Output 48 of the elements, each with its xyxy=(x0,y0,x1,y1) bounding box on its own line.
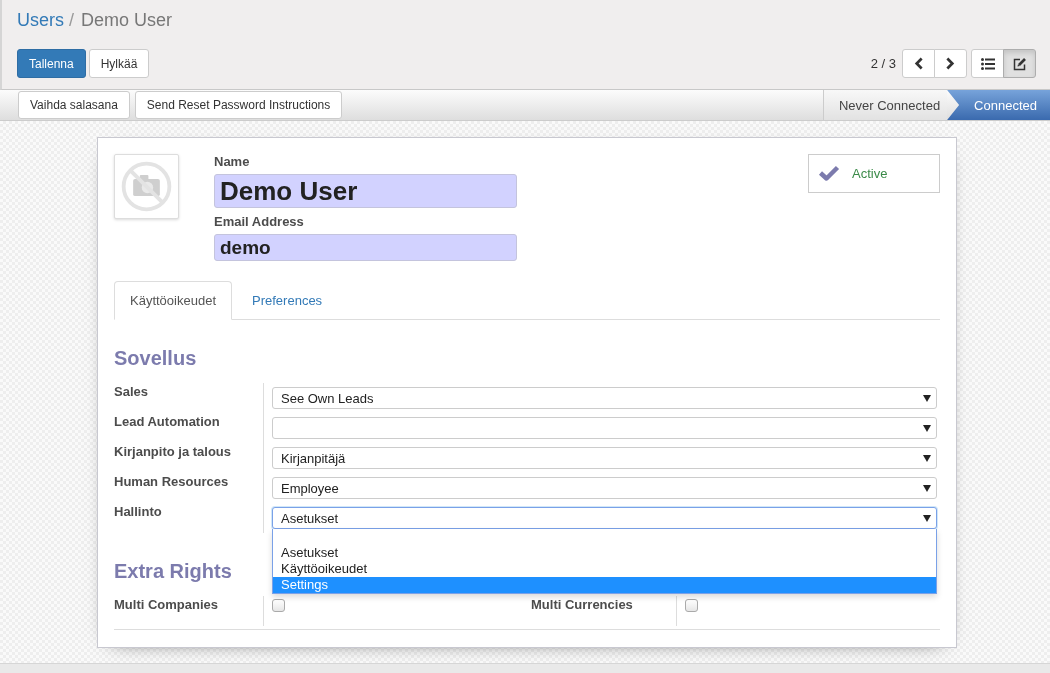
field-label: Multi Currencies xyxy=(527,596,677,626)
action-button[interactable]: Send Reset Password Instructions xyxy=(134,91,343,119)
tab[interactable]: Preferences xyxy=(236,281,339,320)
select-field[interactable]: Asetukset xyxy=(272,507,937,529)
select-field[interactable]: See Own Leads xyxy=(272,387,937,409)
form-view-button[interactable] xyxy=(1003,49,1036,78)
discard-button[interactable]: Hylkää xyxy=(88,49,150,78)
field-label: Kirjanpito ja talous xyxy=(114,443,264,473)
field-label: Email Address xyxy=(214,214,305,230)
previous-button[interactable] xyxy=(902,49,935,78)
chevron-right-icon xyxy=(946,57,955,70)
next-button[interactable] xyxy=(934,49,967,78)
field-label: Lead Automation xyxy=(114,413,264,443)
section-heading: Sovellus xyxy=(114,346,197,371)
dropdown-option[interactable]: Asetukset xyxy=(273,545,936,561)
name-field[interactable]: Demo User xyxy=(214,174,517,208)
breadcrumb-link[interactable]: Users xyxy=(17,8,64,32)
breadcrumb-separator: / xyxy=(68,9,76,32)
field-label: Hallinto xyxy=(114,503,264,533)
pager-counter: 2 / 3 xyxy=(870,56,896,71)
breadcrumb-current: Demo User xyxy=(81,9,173,32)
chevron-left-icon xyxy=(914,57,923,70)
list-view-button[interactable] xyxy=(971,49,1004,78)
checkbox[interactable] xyxy=(685,599,698,612)
caret-icon xyxy=(923,514,931,522)
edit-icon xyxy=(1012,56,1027,71)
status-stage: Never Connected xyxy=(822,90,948,120)
email-field[interactable]: demo xyxy=(214,234,517,261)
field-label: Multi Companies xyxy=(114,596,264,626)
list-icon xyxy=(980,57,995,70)
field-label: Sales xyxy=(114,383,264,413)
checkbox[interactable] xyxy=(272,599,285,612)
save-button[interactable]: Tallenna xyxy=(17,49,86,78)
active-button[interactable]: Active xyxy=(808,154,940,193)
status-stage: Connected xyxy=(947,90,1050,120)
field-label: Human Resources xyxy=(114,473,264,503)
action-button[interactable]: Vaihda salasana xyxy=(18,91,130,119)
section-heading: Extra Rights xyxy=(114,559,232,584)
field-label: Name xyxy=(214,154,251,170)
tab[interactable]: Käyttöoikeudet xyxy=(114,281,232,320)
select-field[interactable]: Kirjanpitäjä xyxy=(272,447,937,469)
caret-icon xyxy=(923,454,931,462)
caret-icon xyxy=(923,484,931,492)
dropdown-option[interactable]: Käyttöoikeudet xyxy=(273,561,936,577)
caret-icon xyxy=(923,394,931,402)
select-field[interactable] xyxy=(272,417,937,439)
caret-icon xyxy=(923,424,931,432)
select-field[interactable]: Employee xyxy=(272,477,937,499)
